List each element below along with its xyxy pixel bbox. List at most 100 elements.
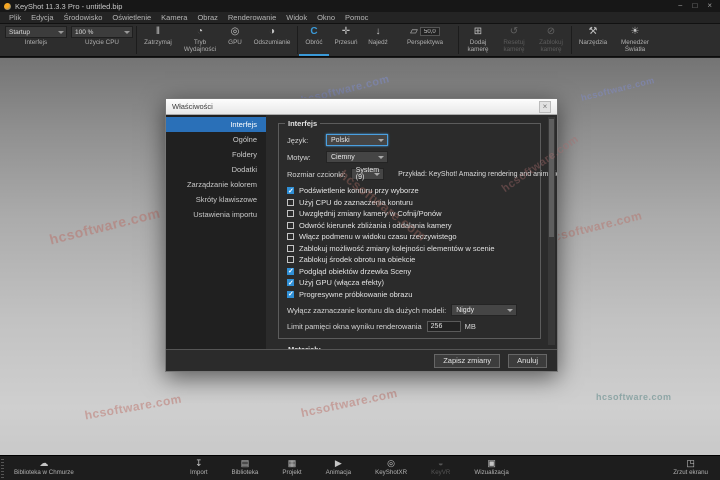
scene-preset-select[interactable]: Startup — [5, 26, 67, 38]
light-manager-button[interactable]: ☀ Menedżer Światła — [613, 24, 657, 56]
gpu-icon: ◎ — [230, 26, 240, 37]
checkbox-row[interactable]: Użyj CPU do zaznaczenia konturu — [287, 197, 532, 209]
tools-button[interactable]: ⚒ Narzędzia — [573, 24, 613, 56]
library-icon: ▤ — [240, 458, 250, 468]
interface-groupbox: Interfejs Język: Polski Motyw: Ciemny Ro… — [278, 119, 557, 339]
cpu-usage-label: Użycie CPU — [85, 39, 119, 46]
checkbox-unchecked-icon[interactable] — [287, 244, 294, 252]
theme-select[interactable]: Ciemny — [326, 151, 388, 163]
chevron-down-icon — [374, 173, 381, 176]
menu-srodowisko[interactable]: Środowisko — [59, 13, 108, 22]
orbit-button[interactable]: C Obróć — [299, 24, 329, 56]
add-camera-icon: ⊞ — [473, 26, 483, 37]
menu-renderowanie[interactable]: Renderowanie — [223, 13, 281, 22]
menu-kamera[interactable]: Kamera — [156, 13, 192, 22]
checkbox-unchecked-icon[interactable] — [287, 221, 294, 229]
checkbox-row[interactable]: Zablokuj środek obrotu na obiekcie — [287, 254, 532, 266]
checkbox-row[interactable]: Użyj GPU (włącza efekty) — [287, 277, 532, 289]
sidebar-item-interfejs[interactable]: Interfejs — [166, 117, 266, 132]
denoise-button[interactable]: ◑ Odszumianie — [248, 24, 296, 56]
cancel-button[interactable]: Anuluj — [508, 353, 547, 368]
window-title: KeyShot 11.3.3 Pro - untitled.bip — [15, 1, 123, 11]
dialog-scrollbar[interactable] — [548, 117, 555, 345]
add-camera-button[interactable]: ⊞ Dodaj kamerę — [460, 24, 496, 56]
dolly-button[interactable]: ↓ Najedź — [363, 24, 393, 56]
checkbox-unchecked-icon[interactable] — [287, 210, 294, 218]
checkbox-checked-icon[interactable] — [287, 290, 294, 298]
perspective-icon: ▱ — [410, 26, 418, 37]
checkbox-checked-icon[interactable] — [287, 279, 294, 287]
pause-button[interactable]: ‖ Zatrzymaj — [138, 24, 178, 56]
cpu-usage-select[interactable]: 100 % — [71, 26, 133, 38]
move-icon: ✛ — [341, 26, 351, 37]
project-button[interactable]: ▦ Projekt — [282, 458, 301, 476]
menu-okno[interactable]: Okno — [312, 13, 340, 22]
toolbar-separator — [297, 26, 298, 54]
chevron-down-icon — [507, 309, 514, 312]
screenshot-button[interactable]: ◳ Zrzut ekranu — [673, 458, 708, 476]
dialog-titlebar[interactable]: Właściwości × — [166, 99, 557, 115]
gpu-button[interactable]: ◎ GPU — [222, 24, 248, 56]
visualization-button[interactable]: ▣ Wizualizacja — [474, 458, 508, 476]
checkbox-row[interactable]: Włącz podmenu w widoku czasu rzeczywiste… — [287, 231, 532, 243]
close-button[interactable]: × — [707, 0, 712, 12]
animation-button[interactable]: ▶ Animacja — [326, 458, 351, 476]
sidebar-item-foldery[interactable]: Foldery — [166, 147, 266, 162]
checkbox-unchecked-icon[interactable] — [287, 233, 294, 241]
menu-pomoc[interactable]: Pomoc — [340, 13, 373, 22]
bottom-ribbon: ☁ Biblioteka w Chmurze ↧ Import ▤ Biblio… — [0, 455, 720, 480]
font-size-select[interactable]: System (9) — [350, 167, 385, 181]
watermark-text: hcsoftware.com — [83, 391, 183, 423]
font-sample-text: Przykład: KeyShot! Amazing rendering and… — [398, 170, 557, 178]
checkbox-row[interactable]: Uwzględnij zmiany kamery w Cofnij/Ponów — [287, 208, 532, 220]
menu-oswietlenie[interactable]: Oświetlenie — [107, 13, 156, 22]
menu-plik[interactable]: Plik — [4, 13, 26, 22]
library-button[interactable]: ▤ Biblioteka — [232, 458, 259, 476]
scene-preset-group: Startup Interfejs — [3, 24, 69, 56]
properties-dialog: Właściwości × Interfejs Ogólne Foldery D… — [165, 98, 558, 372]
menu-obraz[interactable]: Obraz — [192, 13, 222, 22]
outline-disable-select[interactable]: Nigdy — [451, 304, 518, 316]
keyshot-logo-icon — [4, 2, 11, 10]
dialog-close-button[interactable]: × — [539, 100, 551, 113]
checkbox-row[interactable]: Podświetlenie konturu przy wyborze — [287, 185, 532, 197]
checkbox-row[interactable]: Podgląd obiektów drzewka Sceny — [287, 266, 532, 278]
realtime-viewport[interactable]: hcsoftware.com hcsoftware.com hcsoftware… — [0, 58, 720, 455]
menu-edycja[interactable]: Edycja — [26, 13, 59, 22]
vr-headset-icon: ◒ — [438, 458, 444, 468]
sidebar-item-ogolne[interactable]: Ogólne — [166, 132, 266, 147]
dialog-sidebar: Interfejs Ogólne Foldery Dodatki Zarządz… — [166, 115, 266, 349]
checkbox-checked-icon[interactable] — [287, 187, 294, 195]
import-button[interactable]: ↧ Import — [190, 458, 208, 476]
arrow-down-icon: ↓ — [375, 26, 381, 37]
cloud-library-button[interactable]: ☁ Biblioteka w Chmurze — [14, 458, 74, 476]
scrollbar-thumb[interactable] — [549, 119, 554, 237]
checkbox-unchecked-icon[interactable] — [287, 256, 294, 264]
checkbox-unchecked-icon[interactable] — [287, 198, 294, 206]
checkbox-row[interactable]: Progresywne próbkowanie obrazu — [287, 289, 532, 301]
minimize-button[interactable]: − — [678, 0, 683, 12]
checkbox-checked-icon[interactable] — [287, 267, 294, 275]
save-changes-button[interactable]: Zapisz zmiany — [434, 353, 501, 368]
checkbox-row[interactable]: Zablokuj możliwość zmiany kolejności ele… — [287, 243, 532, 255]
perspective-control[interactable]: ▱ Perspektywa — [393, 24, 457, 56]
sidebar-item-skroty-klawiszowe[interactable]: Skróty klawiszowe — [166, 192, 266, 207]
menu-widok[interactable]: Widok — [281, 13, 312, 22]
window-controls: − □ × — [678, 0, 716, 12]
screenshot-icon: ◳ — [686, 458, 695, 468]
sidebar-item-zarzadzanie-kolorem[interactable]: Zarządzanie kolorem — [166, 177, 266, 192]
perspective-value-field[interactable] — [419, 27, 440, 36]
keyshotxr-button[interactable]: ◎ KeyShotXR — [375, 458, 407, 476]
toolbar-separator — [136, 26, 137, 54]
performance-mode-button[interactable]: ◔ Tryb Wydajności — [178, 24, 222, 56]
ribbon-drag-handle[interactable] — [1, 459, 4, 478]
checkbox-row[interactable]: Odwróć kierunek zbliżania i oddalania ka… — [287, 220, 532, 232]
sidebar-item-dodatki[interactable]: Dodatki — [166, 162, 266, 177]
memory-unit-label: MB — [464, 322, 476, 331]
memory-limit-field[interactable] — [426, 321, 461, 332]
groupbox-title: Interfejs — [285, 119, 321, 128]
language-select[interactable]: Polski — [326, 134, 388, 146]
maximize-button[interactable]: □ — [692, 0, 697, 12]
sidebar-item-ustawienia-importu[interactable]: Ustawienia importu — [166, 207, 266, 222]
pan-button[interactable]: ✛ Przesuń — [329, 24, 363, 56]
